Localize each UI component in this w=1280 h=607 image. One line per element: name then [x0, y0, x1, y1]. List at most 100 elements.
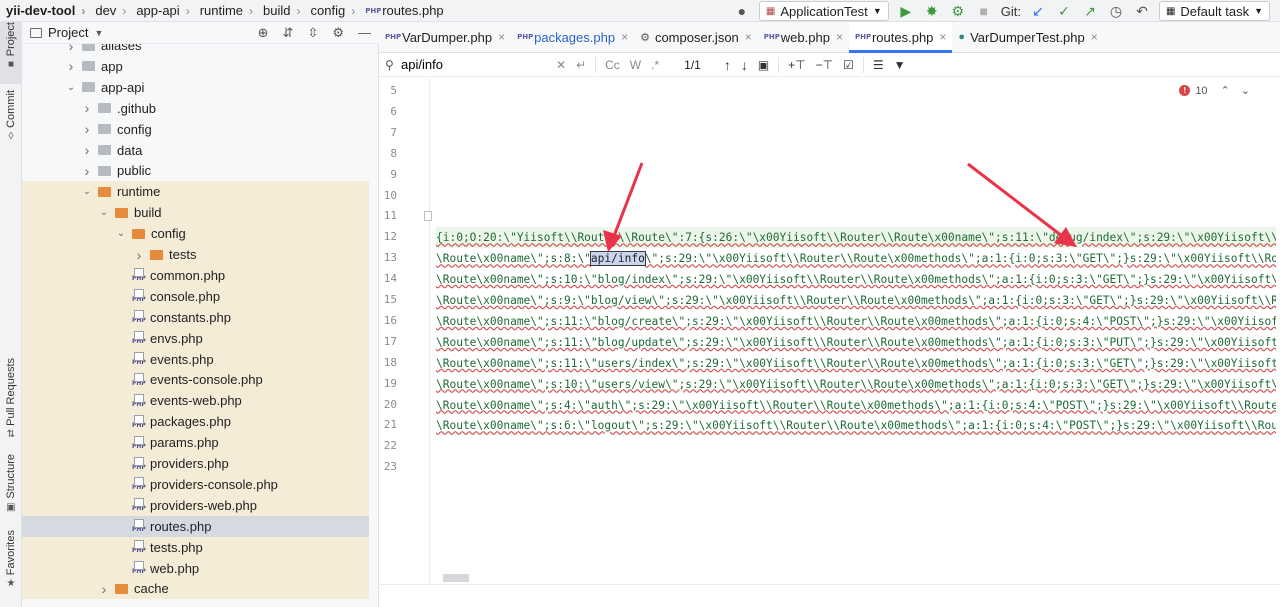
chevron-right-icon[interactable]: ›	[97, 581, 111, 597]
chevron-right-icon[interactable]: ›	[80, 100, 94, 116]
breadcrumb-item[interactable]: config ›	[305, 0, 360, 22]
new-line-icon[interactable]: ↵	[576, 58, 586, 72]
breadcrumb-item[interactable]: PHP routes.php	[359, 0, 447, 22]
chevron-right-icon[interactable]: ›	[80, 163, 94, 179]
tree-folder[interactable]: › app	[22, 56, 369, 77]
code-editor[interactable]: 5 6 7 8 9 10 11 12 13 14 15 16 17 18 19 20 21 22 23 {i:0;O…	[379, 78, 1280, 584]
coverage-icon[interactable]: ⚙	[949, 2, 967, 20]
select-all-occurrences-icon[interactable]: ☑	[843, 58, 854, 72]
locate-icon[interactable]: ⊕	[258, 25, 269, 41]
search-icon[interactable]: ⚲	[385, 58, 401, 72]
chevron-right-icon[interactable]: ›	[64, 44, 78, 54]
history-icon[interactable]: ◷	[1107, 2, 1125, 20]
arrow-down-icon[interactable]: ↓	[741, 57, 748, 73]
close-icon[interactable]: ×	[1091, 30, 1098, 44]
tree-file[interactable]: tests.php	[22, 536, 369, 558]
match-case-toggle[interactable]: Cc	[605, 58, 620, 72]
close-icon[interactable]: ×	[621, 30, 628, 44]
tool-tab-pull-requests[interactable]: Pull Requests ⇅	[0, 358, 22, 450]
tool-tab-favorites[interactable]: Favorites ★	[0, 530, 22, 600]
tree-folder[interactable]: ⌄ build	[22, 202, 369, 224]
stop-icon[interactable]: ■	[975, 2, 993, 20]
chevron-right-icon[interactable]: ›	[132, 247, 146, 263]
editor-tab[interactable]: ⚙ composer.json ×	[634, 22, 758, 53]
breadcrumb-item[interactable]: build ›	[257, 0, 304, 22]
tool-tab-project[interactable]: Project ■	[0, 22, 22, 84]
tool-tab-commit[interactable]: Commit ◊	[0, 90, 22, 150]
tree-folder[interactable]: ⌄ config	[22, 223, 369, 245]
tree-file[interactable]: routes.php	[22, 515, 369, 537]
close-icon[interactable]: ×	[939, 30, 946, 44]
words-toggle[interactable]: W	[630, 58, 641, 72]
chevron-down-icon[interactable]: ⌄	[114, 228, 128, 239]
debug-icon[interactable]: ✸	[923, 2, 941, 20]
fold-marker-icon[interactable]	[424, 211, 432, 222]
breadcrumb-item[interactable]: yii-dev-tool ›	[0, 0, 89, 22]
tree-folder[interactable]: › aliases	[22, 44, 369, 56]
tree-file[interactable]: params.php	[22, 432, 369, 454]
tree-folder[interactable]: › public	[22, 160, 369, 181]
user-icon[interactable]: ●	[733, 2, 751, 20]
expand-all-icon[interactable]: ⇵	[283, 25, 294, 41]
select-all-icon[interactable]: ▣	[758, 58, 769, 72]
tree-file[interactable]: common.php	[22, 264, 369, 286]
editor-tab[interactable]: PHP web.php ×	[758, 22, 849, 53]
git-push-icon[interactable]: ↗	[1081, 2, 1099, 20]
chevron-right-icon[interactable]: ›	[80, 121, 94, 137]
project-view-select[interactable]: Project	[48, 25, 88, 40]
tree-file[interactable]: providers-web.php	[22, 494, 369, 516]
tree-folder[interactable]: › data	[22, 140, 369, 161]
search-input[interactable]	[401, 57, 551, 72]
rollback-icon[interactable]: ↶	[1133, 2, 1151, 20]
filter-icon[interactable]: ▼	[894, 58, 906, 72]
tree-folder[interactable]: › .github	[22, 98, 369, 119]
chevron-up-icon[interactable]: ⌃	[1221, 84, 1230, 97]
inspection-widget[interactable]: ! 10 ⌃ ⌄	[1179, 84, 1250, 97]
close-icon[interactable]: ×	[498, 30, 505, 44]
tree-file[interactable]: constants.php	[22, 306, 369, 328]
close-icon[interactable]: ×	[836, 30, 843, 44]
tree-folder[interactable]: › config	[22, 119, 369, 140]
tree-folder[interactable]: ⌄ app-api	[22, 77, 369, 98]
collapse-all-icon[interactable]: ⇳	[307, 25, 318, 41]
git-commit-icon[interactable]: ✓	[1055, 2, 1073, 20]
editor-tab[interactable]: PHP packages.php ×	[511, 22, 634, 53]
chevron-down-icon[interactable]: ⌄	[80, 186, 94, 197]
tool-tab-structure[interactable]: Structure ▣	[0, 454, 22, 522]
hide-icon[interactable]: —	[358, 25, 371, 41]
horizontal-scrollbar[interactable]	[443, 574, 469, 582]
task-select[interactable]: ▦ Default task ▼	[1158, 1, 1270, 21]
tree-file[interactable]: providers.php	[22, 453, 369, 474]
tree-file[interactable]: providers-console.php	[22, 473, 369, 495]
add-selection-icon[interactable]: +⊤	[788, 58, 805, 72]
tree-file[interactable]: web.php	[22, 557, 369, 579]
tree-file[interactable]: packages.php	[22, 411, 369, 433]
breadcrumb-item[interactable]: runtime ›	[194, 0, 257, 22]
tree-folder[interactable]: › tests	[22, 244, 369, 265]
tree-file[interactable]: events.php	[22, 348, 369, 370]
chevron-down-icon[interactable]: ⌄	[97, 207, 111, 218]
options-icon[interactable]: ☰	[873, 58, 884, 72]
tree-file[interactable]: console.php	[22, 285, 369, 307]
arrow-up-icon[interactable]: ↑	[724, 57, 731, 73]
git-update-icon[interactable]: ↙	[1029, 2, 1047, 20]
editor-tab[interactable]: ● VarDumperTest.php ×	[952, 22, 1103, 53]
close-icon[interactable]: ×	[745, 30, 752, 44]
tree-file[interactable]: events-web.php	[22, 390, 369, 412]
clear-icon[interactable]: ✕	[556, 58, 566, 72]
tree-folder[interactable]: ⌄ runtime	[22, 181, 369, 203]
chevron-right-icon[interactable]: ›	[80, 142, 94, 158]
editor-tab[interactable]: PHP VarDumper.php ×	[379, 22, 511, 53]
run-config-select[interactable]: ▦ ApplicationTest ▼	[758, 1, 889, 21]
remove-selection-icon[interactable]: −⊤	[816, 58, 833, 72]
chevron-down-icon[interactable]: ⌄	[64, 82, 78, 93]
chevron-right-icon[interactable]: ›	[64, 58, 78, 74]
breadcrumb-item[interactable]: dev ›	[89, 0, 130, 22]
run-icon[interactable]: ▶	[897, 2, 915, 20]
regex-toggle[interactable]: .*	[651, 58, 659, 72]
breadcrumb-item[interactable]: app-api ›	[130, 0, 193, 22]
tree-file[interactable]: envs.php	[22, 327, 369, 349]
gear-icon[interactable]: ⚙	[332, 25, 344, 41]
tree-folder[interactable]: › cache	[22, 578, 369, 600]
chevron-down-icon[interactable]: ⌄	[1241, 84, 1250, 97]
